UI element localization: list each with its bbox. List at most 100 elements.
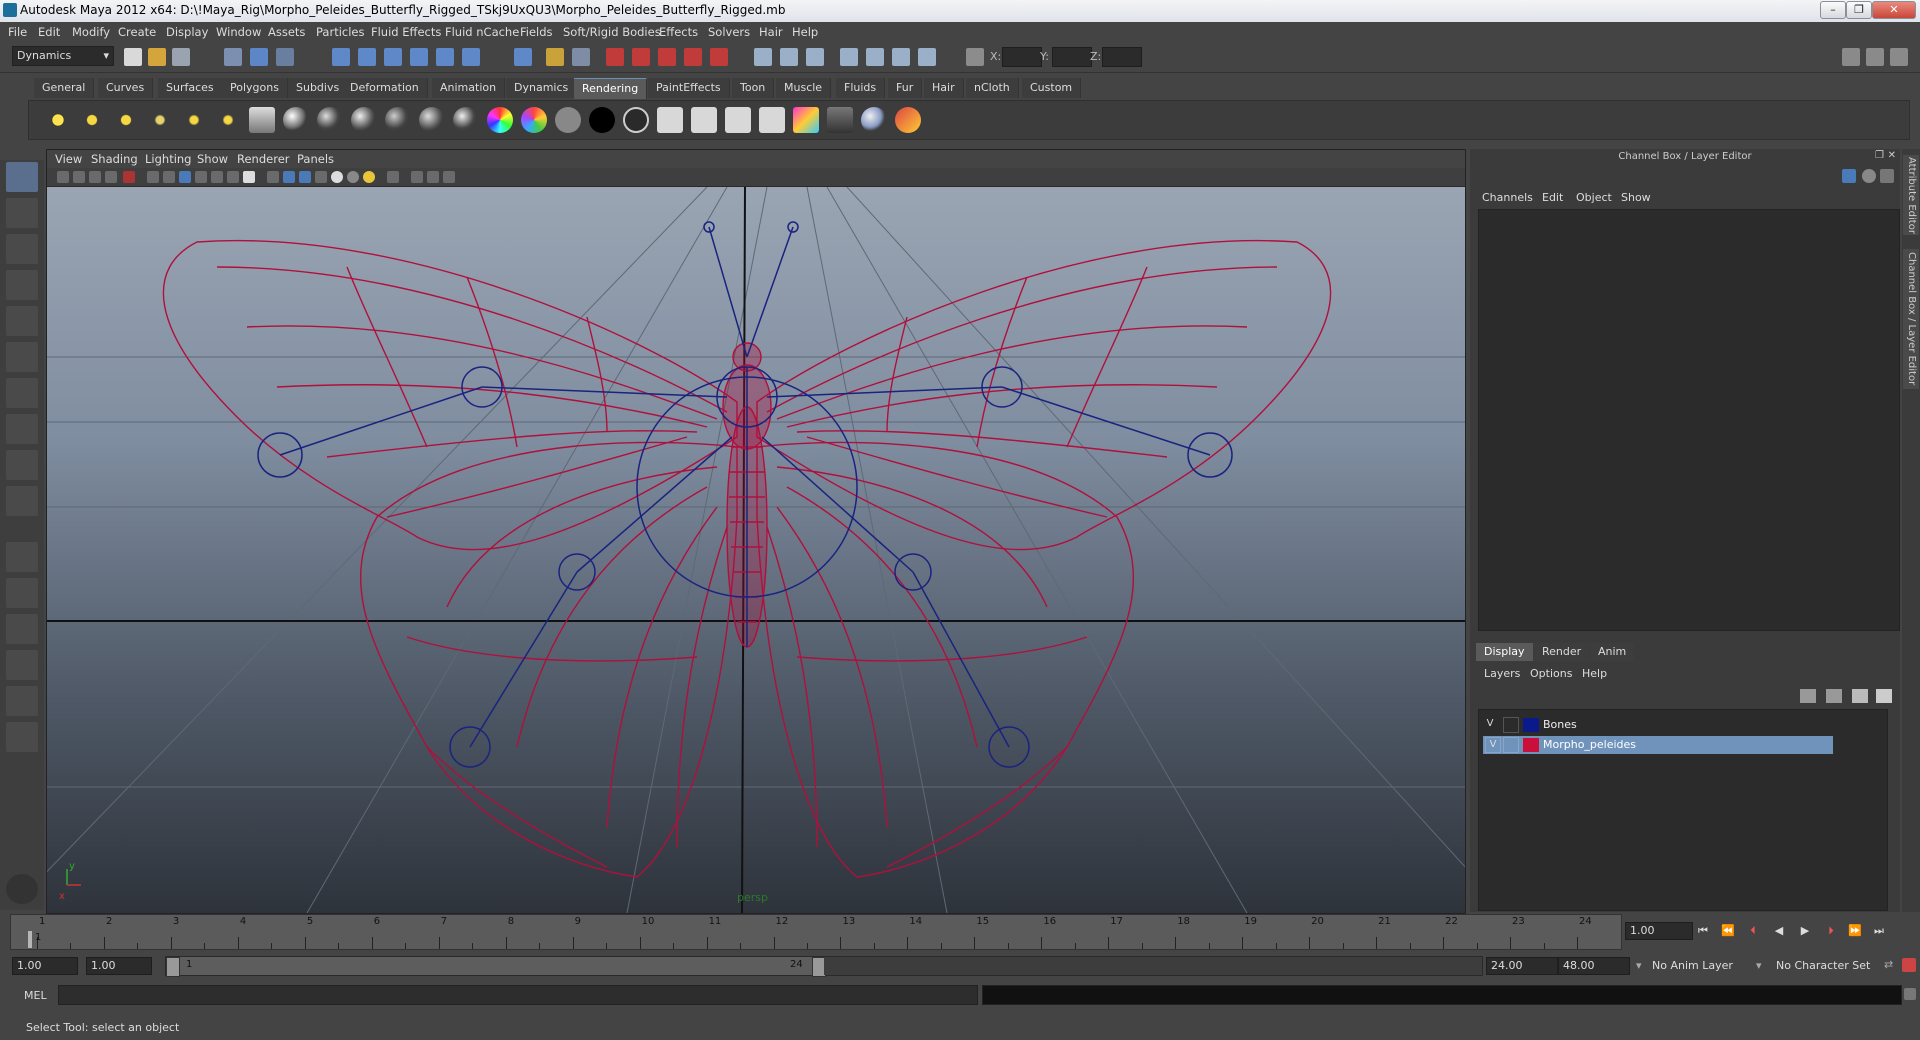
text-icon[interactable] <box>243 171 255 183</box>
move-tool-icon[interactable] <box>6 270 38 300</box>
perspective-viewport[interactable]: View Shading Lighting Show Renderer Pane… <box>46 149 1466 914</box>
layer-tab-anim[interactable]: Anim <box>1590 643 1635 661</box>
camera-icon[interactable] <box>249 107 275 133</box>
layout-icon[interactable] <box>780 48 798 66</box>
grid-toggle-icon[interactable] <box>123 171 135 183</box>
gate-mask-icon[interactable] <box>179 171 191 183</box>
layer-visibility-toggle[interactable]: V <box>1485 737 1501 753</box>
anisotropic-material-icon[interactable] <box>419 107 445 133</box>
close-panel-icon[interactable]: ✕ <box>1888 150 1896 161</box>
phong-material-icon[interactable] <box>351 107 377 133</box>
bookmark-icon[interactable] <box>89 171 101 183</box>
command-input[interactable] <box>58 985 978 1005</box>
menu-fields[interactable]: Fields <box>520 25 553 39</box>
ipr-icon[interactable] <box>691 107 717 133</box>
use-all-lights-icon[interactable] <box>363 171 375 183</box>
animation-preferences-icon[interactable] <box>1902 958 1916 972</box>
shelf-tab-subdivs[interactable]: Subdivs <box>288 78 349 98</box>
layer-display-type-toggle[interactable] <box>1503 717 1519 733</box>
select-camera-icon[interactable] <box>57 171 69 183</box>
safe-title-icon[interactable] <box>227 171 239 183</box>
step-forward-key-icon[interactable]: ⏩ <box>1847 924 1863 938</box>
input-ops-icon[interactable] <box>572 48 590 66</box>
script-editor-icon[interactable] <box>1904 988 1916 1000</box>
persp-outliner-layout-icon[interactable] <box>6 614 38 644</box>
ambient-light-icon[interactable] <box>45 107 71 133</box>
shelf-tab-ncloth[interactable]: nCloth <box>966 78 1019 98</box>
spot-light-icon[interactable] <box>147 107 173 133</box>
camera-attributes-icon[interactable] <box>73 171 85 183</box>
default-lighting-icon[interactable] <box>331 171 343 183</box>
black-shader-icon[interactable] <box>589 107 615 133</box>
point-light-icon[interactable] <box>113 107 139 133</box>
anim-layer-dropdown[interactable]: No Anim Layer <box>1652 959 1733 972</box>
range-start-handle[interactable] <box>166 957 180 977</box>
resolution-gate-icon[interactable] <box>163 171 175 183</box>
graph-editor-icon[interactable] <box>840 48 858 66</box>
hypershade-icon[interactable] <box>684 48 702 66</box>
new-layer-selected-icon[interactable] <box>1876 689 1892 703</box>
layered-shader-icon[interactable] <box>453 107 479 133</box>
layer-row-morpho-peleides[interactable]: V Morpho_peleides <box>1483 736 1833 754</box>
paint-canvas-icon[interactable] <box>895 107 921 133</box>
menu-help[interactable]: Help <box>792 25 818 39</box>
manipulator-tool-icon[interactable] <box>6 378 38 408</box>
snap-grid-icon[interactable] <box>332 48 350 66</box>
render-settings-shelf-icon[interactable] <box>759 107 785 133</box>
menu-create[interactable]: Create <box>118 25 156 39</box>
viewport-menu-shading[interactable]: Shading <box>91 152 138 166</box>
snap-point-icon[interactable] <box>384 48 402 66</box>
show-attribute-editor-icon[interactable] <box>1842 48 1860 66</box>
menu-particles[interactable]: Particles <box>316 25 364 39</box>
shelf-tab-painteffects[interactable]: PaintEffects <box>648 78 730 98</box>
select-object-icon[interactable] <box>250 48 268 66</box>
range-slider[interactable]: 1 24 <box>165 956 1483 977</box>
attribute-editor-side-tab[interactable]: Attribute Editor <box>1903 155 1919 235</box>
x-input[interactable] <box>1002 47 1042 67</box>
select-tool-icon[interactable] <box>6 162 38 192</box>
render-view-icon[interactable] <box>710 48 728 66</box>
shelf-tab-fluids[interactable]: Fluids <box>836 78 886 98</box>
close-button[interactable]: ✕ <box>1872 1 1916 19</box>
new-scene-icon[interactable] <box>124 48 142 66</box>
step-back-key-icon[interactable]: ⏪ <box>1720 924 1736 938</box>
show-tool-settings-icon[interactable] <box>1866 48 1884 66</box>
layer-menu-options[interactable]: Options <box>1530 667 1572 680</box>
image-plane-icon[interactable] <box>105 171 117 183</box>
make-live-icon[interactable] <box>436 48 454 66</box>
channel-box-menu-edit[interactable]: Edit <box>1542 191 1563 204</box>
maya-hand-icon[interactable] <box>6 874 38 904</box>
shelf-tab-muscle[interactable]: Muscle <box>776 78 832 98</box>
menu-set-dropdown[interactable]: Dynamics ▾ <box>12 46 114 66</box>
menu-hair[interactable]: Hair <box>759 25 783 39</box>
show-manipulator-icon[interactable] <box>6 450 38 480</box>
step-forward-frame-icon[interactable]: ⏵ <box>1823 924 1839 938</box>
new-empty-layer-icon[interactable] <box>1852 689 1868 703</box>
move-layer-up-icon[interactable] <box>1800 689 1816 703</box>
character-set-dropdown[interactable]: No Character Set <box>1776 959 1870 972</box>
menu-fluid-ncache[interactable]: Fluid nCache <box>445 25 519 39</box>
lambert-material-icon[interactable] <box>283 107 309 133</box>
play-backwards-icon[interactable]: ◀ <box>1771 924 1787 938</box>
viewport-menu-show[interactable]: Show <box>197 152 228 166</box>
soft-modification-icon[interactable] <box>6 414 38 444</box>
start-time-field[interactable]: 1.00 <box>12 957 78 975</box>
channel-box-menu-show[interactable]: Show <box>1621 191 1651 204</box>
render-current-frame-icon[interactable] <box>606 48 624 66</box>
outliner-icon[interactable] <box>806 48 824 66</box>
scale-tool-icon[interactable] <box>6 342 38 372</box>
menu-solvers[interactable]: Solvers <box>708 25 750 39</box>
shelf-tab-hair[interactable]: Hair <box>924 78 964 98</box>
blinn-material-icon[interactable] <box>317 107 343 133</box>
time-slider[interactable]: 1 2 3 4 5 6 7 8 9 10 11 12 13 14 15 16 17 18 19 20 21 22 23 24 … <box>10 914 1622 950</box>
go-to-start-icon[interactable]: ⏮ <box>1695 924 1711 938</box>
open-scene-icon[interactable] <box>148 48 166 66</box>
select-component-icon[interactable] <box>276 48 294 66</box>
snap-curve-icon[interactable] <box>358 48 376 66</box>
ramp-shader-icon[interactable] <box>487 107 513 133</box>
y-input[interactable] <box>1052 47 1092 67</box>
viewport-menu-view[interactable]: View <box>55 152 82 166</box>
menu-fluid-effects[interactable]: Fluid Effects <box>371 25 441 39</box>
dope-sheet-icon[interactable] <box>866 48 884 66</box>
layer-color-swatch[interactable] <box>1523 718 1539 732</box>
